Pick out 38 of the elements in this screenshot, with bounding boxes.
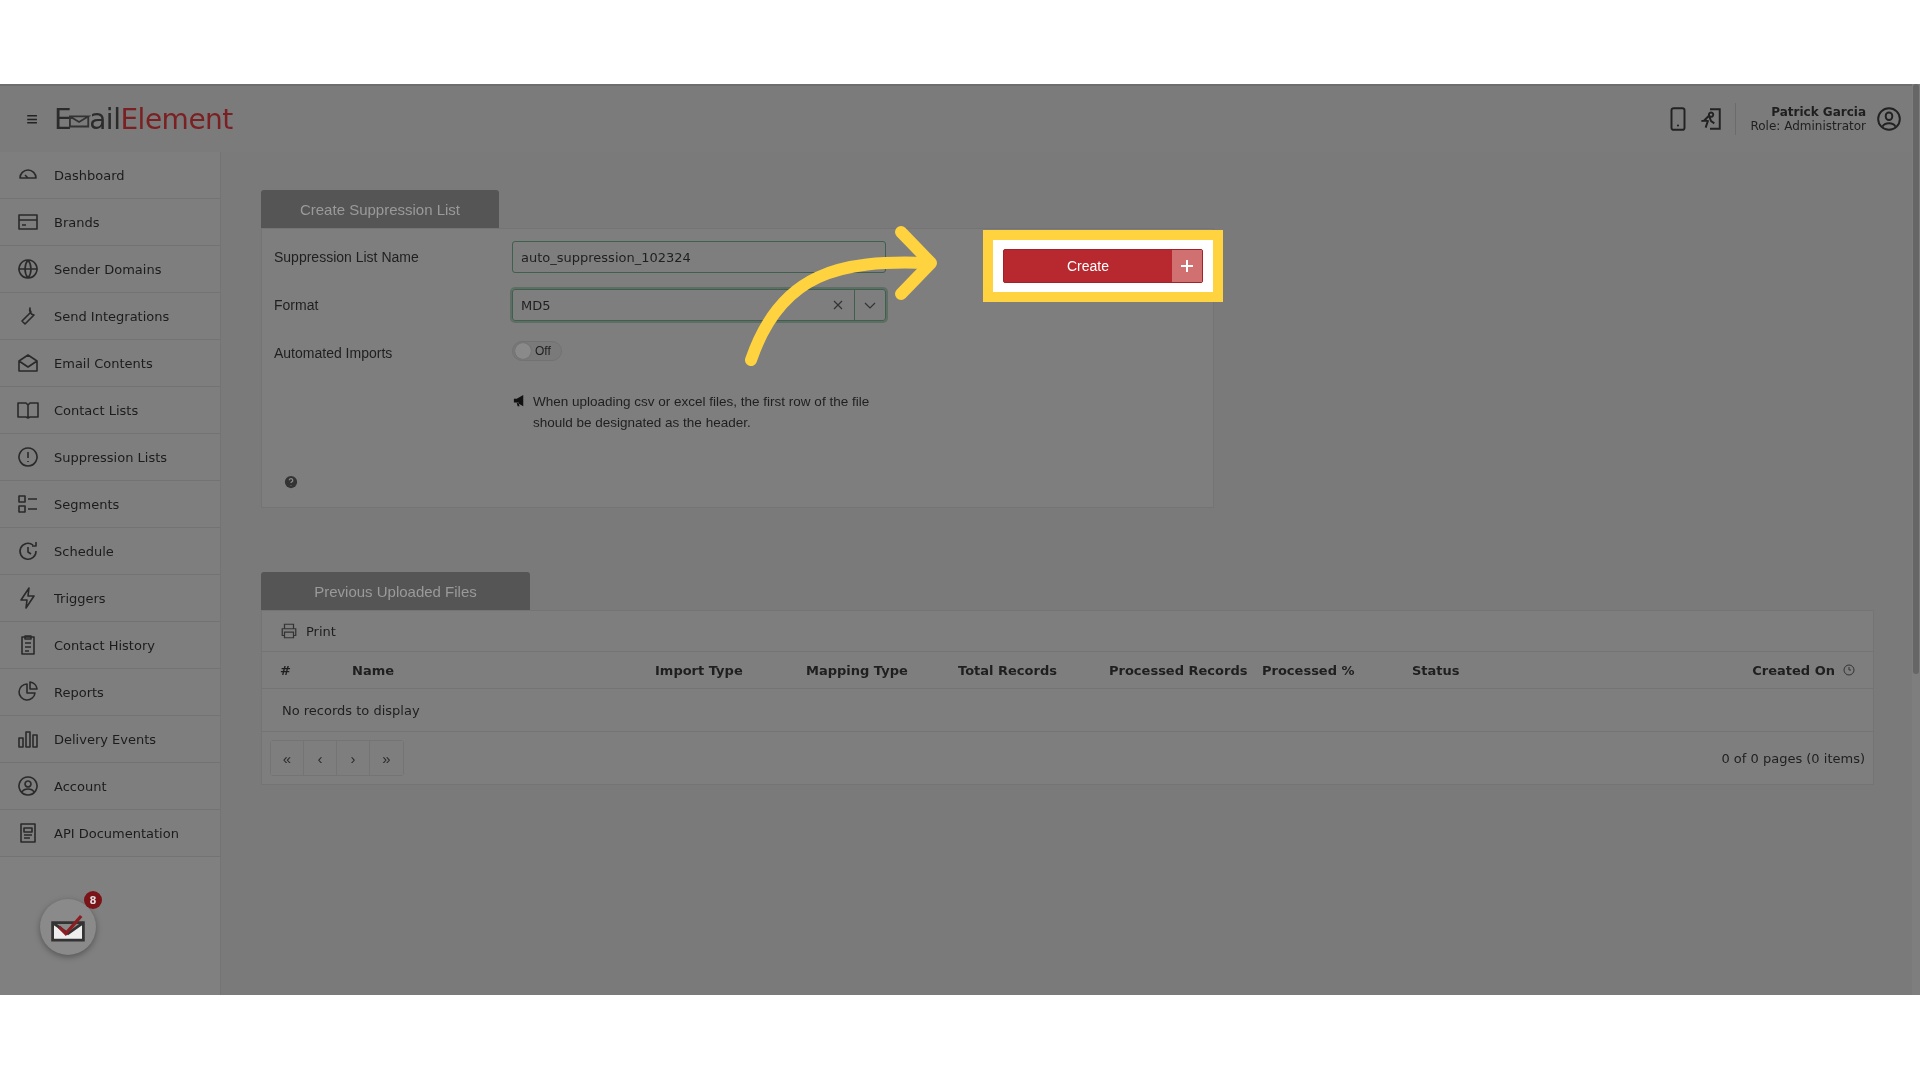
envelope-icon — [16, 351, 40, 375]
name-input[interactable]: auto_suppression_102324 — [512, 241, 886, 273]
format-select[interactable]: MD5 — [512, 289, 886, 321]
column-header[interactable]: Processed Records — [1109, 662, 1248, 678]
column-header[interactable]: Name — [352, 662, 394, 678]
clock-icon — [16, 539, 40, 563]
user-avatar-icon[interactable] — [1876, 106, 1902, 132]
help-icon[interactable] — [284, 475, 298, 489]
menu-button[interactable]: ≡ — [22, 107, 42, 131]
clock-icon[interactable] — [1843, 664, 1855, 676]
column-header[interactable]: Total Records — [958, 662, 1057, 678]
pie-chart-icon — [16, 680, 40, 704]
logo: E ailElement — [54, 102, 233, 136]
column-header[interactable]: Created On — [1752, 662, 1835, 678]
column-header[interactable]: # — [280, 662, 291, 678]
column-header[interactable]: Processed % — [1262, 662, 1355, 678]
column-header[interactable]: Status — [1412, 662, 1460, 678]
user-name: Patrick Garcia — [1771, 105, 1866, 119]
empty-message: No records to display — [282, 702, 420, 718]
clear-icon[interactable] — [832, 299, 844, 311]
notice-text: When uploading csv or excel files, the first row of the file should be designated as the header. — [533, 393, 871, 432]
scrollbar[interactable] — [1912, 84, 1920, 995]
user-role: Role: Administrator — [1750, 119, 1866, 133]
globe-icon — [16, 257, 40, 281]
list-icon — [16, 492, 40, 516]
field-label: Automated Imports — [274, 344, 394, 363]
imports-toggle[interactable]: Off — [512, 341, 562, 361]
column-header[interactable]: Mapping Type — [806, 662, 908, 678]
plus-icon — [1180, 259, 1194, 273]
print-button[interactable]: Print — [280, 622, 336, 640]
field-label: Suppression List Name — [274, 248, 420, 267]
page-info: 0 of 0 pages (0 items) — [1721, 750, 1865, 766]
notification-badge: 8 — [84, 891, 102, 909]
column-header[interactable]: Import Type — [655, 662, 743, 678]
create-button[interactable]: Create — [1003, 249, 1203, 283]
printer-icon — [280, 622, 298, 640]
pager-button[interactable]: « — [271, 741, 304, 775]
field-label: Format — [274, 296, 320, 315]
